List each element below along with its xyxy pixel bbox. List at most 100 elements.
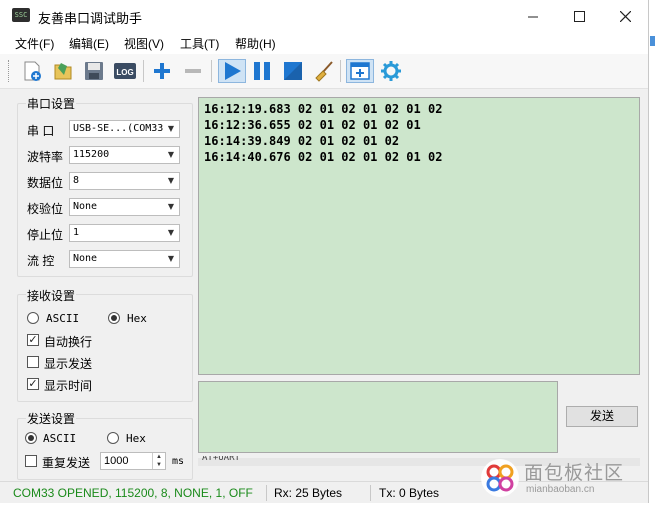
port-value: USB-SE...(COM33 xyxy=(73,123,164,134)
chevron-down-icon: ▼ xyxy=(167,228,175,237)
send-ascii-radio[interactable] xyxy=(25,432,37,444)
minimize-icon xyxy=(527,16,538,17)
databits-label: 数据位 xyxy=(27,176,64,190)
receive-hex-label: Hex xyxy=(127,312,147,325)
receive-hex-radio[interactable] xyxy=(108,312,120,324)
interval-unit-label: ms xyxy=(172,456,185,467)
receive-ascii-label: ASCII xyxy=(46,312,80,325)
show-time-label: 显示时间 xyxy=(44,379,93,393)
menu-file[interactable]: 文件(F) xyxy=(15,35,54,52)
parity-select[interactable]: None ▼ xyxy=(69,198,180,216)
save-icon xyxy=(85,62,103,80)
stop-button[interactable] xyxy=(281,59,305,83)
repeat-send-label: 重复发送 xyxy=(42,456,91,470)
title-bar: SSC 友善串口调试助手 xyxy=(0,0,648,32)
menu-help[interactable]: 帮助(H) xyxy=(235,35,276,52)
underlying-window-strip xyxy=(0,503,657,511)
flowcontrol-value: None xyxy=(73,253,98,264)
repeat-interval-value: 1000 xyxy=(104,455,129,467)
auto-newline-checkbox[interactable]: ✓ xyxy=(27,334,39,346)
new-button[interactable] xyxy=(20,59,44,83)
status-separator xyxy=(370,485,371,501)
show-send-checkbox[interactable] xyxy=(27,356,39,368)
receive-line: 16:12:19.683 02 01 02 01 02 01 02 xyxy=(204,102,443,116)
baudrate-select[interactable]: 115200 ▼ xyxy=(69,146,180,164)
clear-button[interactable] xyxy=(312,59,336,83)
toolbar-separator xyxy=(143,60,144,82)
show-send-label: 显示发送 xyxy=(44,357,93,371)
close-icon xyxy=(619,10,631,22)
toolbar-separator xyxy=(211,60,212,82)
desktop-edge-icon xyxy=(650,36,655,46)
start-button[interactable] xyxy=(218,59,246,83)
add-window-icon xyxy=(350,62,370,80)
send-hex-label: Hex xyxy=(126,432,146,445)
toolbar-separator xyxy=(340,60,341,82)
add-icon xyxy=(154,63,170,79)
port-status-text: COM33 OPENED, 115200, 8, NONE, 1, OFF xyxy=(13,486,253,500)
chevron-down-icon: ▼ xyxy=(167,124,175,133)
toolbar: LOG xyxy=(0,54,648,89)
chevron-down-icon: ▼ xyxy=(167,202,175,211)
send-settings-title: 发送设置 xyxy=(26,410,77,427)
receive-ascii-radio[interactable] xyxy=(27,312,39,324)
status-separator xyxy=(266,485,267,501)
parity-label: 校验位 xyxy=(27,202,64,216)
chevron-down-icon: ▼ xyxy=(167,176,175,185)
app-icon: SSC xyxy=(12,8,30,22)
close-button[interactable] xyxy=(602,0,648,32)
menu-view[interactable]: 视图(V) xyxy=(124,35,164,52)
remove-button[interactable] xyxy=(181,59,205,83)
watermark-logo-icon xyxy=(481,459,519,497)
flowcontrol-select[interactable]: None ▼ xyxy=(69,250,180,268)
show-time-checkbox[interactable]: ✓ xyxy=(27,378,39,390)
send-textarea[interactable] xyxy=(198,381,558,453)
spin-down-icon[interactable]: ▼ xyxy=(153,461,165,469)
receive-line: 16:14:39.849 02 01 02 01 02 xyxy=(204,134,400,148)
open-icon xyxy=(54,63,72,80)
receive-textarea[interactable]: 16:12:19.683 02 01 02 01 02 01 02 16:12:… xyxy=(198,97,640,375)
databits-value: 8 xyxy=(73,175,80,186)
log-button[interactable]: LOG xyxy=(113,59,137,83)
watermark: 面包板社区 mianbaoban.cn xyxy=(478,456,648,500)
repeat-send-checkbox[interactable] xyxy=(25,455,37,467)
settings-button[interactable] xyxy=(379,59,403,83)
repeat-interval-input[interactable]: 1000 ▲ ▼ xyxy=(100,452,166,470)
receive-settings-title: 接收设置 xyxy=(26,287,77,304)
open-button[interactable] xyxy=(51,59,75,83)
chevron-down-icon: ▼ xyxy=(167,254,175,263)
spin-up-icon[interactable]: ▲ xyxy=(153,453,165,461)
receive-line: 16:12:36.655 02 01 02 01 02 01 xyxy=(204,118,421,132)
stopbits-value: 1 xyxy=(73,227,80,238)
toolbar-grip[interactable] xyxy=(8,60,12,82)
minimize-button[interactable] xyxy=(510,0,556,32)
maximize-button[interactable] xyxy=(556,0,602,32)
interval-spinner[interactable]: ▲ ▼ xyxy=(152,453,165,469)
flowcontrol-label: 流 控 xyxy=(27,254,55,268)
auto-newline-label: 自动换行 xyxy=(44,335,93,349)
tx-count-text: Tx: 0 Bytes xyxy=(379,486,440,500)
menu-tools[interactable]: 工具(T) xyxy=(180,35,219,52)
add-button[interactable] xyxy=(150,59,174,83)
watermark-cn-text: 面包板社区 xyxy=(524,463,625,484)
clear-broom-icon xyxy=(315,61,333,82)
send-button[interactable]: 发送 xyxy=(566,406,638,427)
stop-icon xyxy=(284,62,302,80)
stopbits-select[interactable]: 1 ▼ xyxy=(69,224,180,242)
stopbits-label: 停止位 xyxy=(27,228,64,242)
menu-bar: 文件(F) 编辑(E) 视图(V) 工具(T) 帮助(H) xyxy=(0,32,648,54)
remove-icon xyxy=(185,69,201,73)
serial-settings-title: 串口设置 xyxy=(26,95,77,112)
add-window-button[interactable] xyxy=(346,59,374,83)
save-button[interactable] xyxy=(82,59,106,83)
receive-line: 16:14:40.676 02 01 02 01 02 01 02 xyxy=(204,150,443,164)
log-icon: LOG xyxy=(114,63,136,79)
pause-button[interactable] xyxy=(250,59,274,83)
window-title: 友善串口调试助手 xyxy=(38,11,143,26)
databits-select[interactable]: 8 ▼ xyxy=(69,172,180,190)
desktop-edge xyxy=(649,32,657,50)
baudrate-value: 115200 xyxy=(73,149,110,160)
port-select[interactable]: USB-SE...(COM33 ▼ xyxy=(69,120,180,138)
menu-edit[interactable]: 编辑(E) xyxy=(69,35,109,52)
send-hex-radio[interactable] xyxy=(107,432,119,444)
